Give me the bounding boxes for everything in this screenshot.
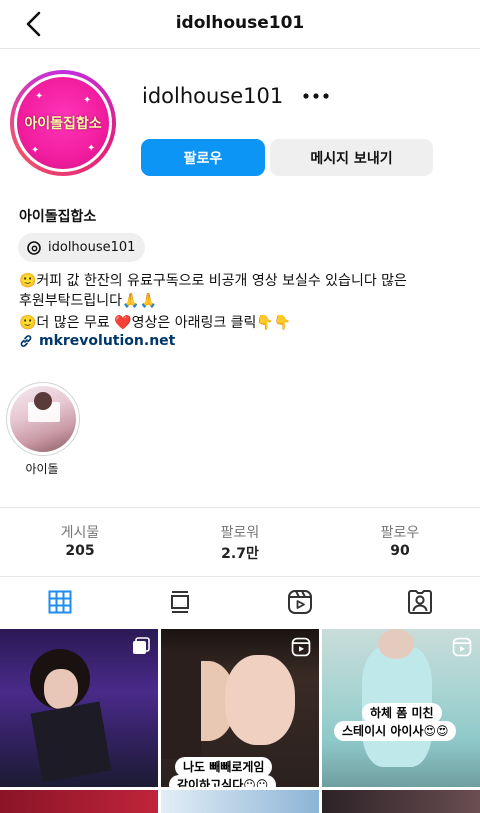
post-caption: 하체 폼 미친	[362, 703, 442, 723]
tab-posts[interactable]	[0, 576, 120, 628]
profile-tabs	[0, 576, 480, 628]
bio-link[interactable]: mkrevolution.net	[19, 333, 175, 349]
tab-reels[interactable]	[240, 576, 360, 628]
reels-icon	[288, 590, 312, 614]
multiple-photos-icon	[133, 637, 150, 654]
link-text[interactable]: mkrevolution.net	[39, 333, 175, 349]
bio-line: 후원부탁드립니다🙏🙏	[19, 293, 157, 309]
follow-button[interactable]: 팔로우	[141, 139, 265, 176]
highlight-label: 아이돌	[25, 462, 59, 476]
threads-handle: idolhouse101	[48, 240, 136, 255]
bio-line: 🙂더 많은 무료 ❤️영상은 아래링크 클릭👇👇	[19, 315, 292, 331]
stat-value: 90	[390, 543, 410, 559]
stat-label: 팔로우	[380, 525, 420, 541]
post-thumbnail[interactable]	[0, 790, 158, 813]
more-options-button[interactable]	[298, 82, 334, 110]
tab-feed[interactable]	[120, 576, 240, 628]
reels-icon	[452, 637, 472, 657]
stat-value: 205	[65, 543, 95, 559]
highlight-thumbnail[interactable]	[10, 386, 76, 452]
post-thumbnail[interactable]	[322, 790, 480, 813]
stat-label: 게시물	[60, 525, 100, 541]
more-dots-icon	[303, 93, 329, 99]
display-name: 아이돌집합소	[19, 209, 97, 225]
feed-icon	[171, 591, 189, 613]
link-icon	[20, 335, 32, 347]
post-thumbnail[interactable]: 나도 빼빼로게임 같이하고싶다😶😶	[161, 629, 319, 787]
avatar[interactable]: ✦ ✦ ✦ ✦ 아이돌집합소	[17, 77, 109, 169]
message-button[interactable]: 메시지 보내기	[270, 139, 433, 176]
grid-icon	[48, 590, 72, 614]
stat-posts[interactable]: 게시물 205	[0, 508, 160, 576]
tab-tagged[interactable]	[360, 576, 480, 628]
stat-label: 팔로워	[220, 525, 260, 541]
post-thumbnail[interactable]	[161, 790, 319, 813]
threads-badge[interactable]: idolhouse101	[18, 233, 146, 262]
post-thumbnail[interactable]	[0, 629, 158, 787]
stat-following[interactable]: 팔로우 90	[320, 508, 480, 576]
stat-value: 2.7만	[221, 546, 259, 562]
tagged-icon	[408, 590, 432, 614]
post-thumbnail[interactable]: 하체 폼 미친 스테이시 아이사😍😍	[322, 629, 480, 787]
post-caption: 스테이시 아이사😍😍	[334, 721, 457, 741]
post-caption: 같이하고싶다😶😶	[169, 775, 277, 787]
profile-stats: 게시물 205 팔로워 2.7만 팔로우 90	[0, 507, 480, 577]
post-caption: 나도 빼빼로게임	[175, 757, 273, 777]
stat-followers[interactable]: 팔로워 2.7만	[160, 508, 320, 576]
bio-line: 🙂커피 값 한잔의 유료구독으로 비공개 영상 보실수 있습니다 많은	[19, 273, 407, 289]
reels-icon	[291, 637, 311, 657]
threads-icon	[27, 240, 41, 255]
page-title: idolhouse101	[175, 13, 305, 33]
profile-username: idolhouse101	[142, 84, 284, 108]
avatar-logo-text: 아이돌집합소	[24, 116, 102, 132]
